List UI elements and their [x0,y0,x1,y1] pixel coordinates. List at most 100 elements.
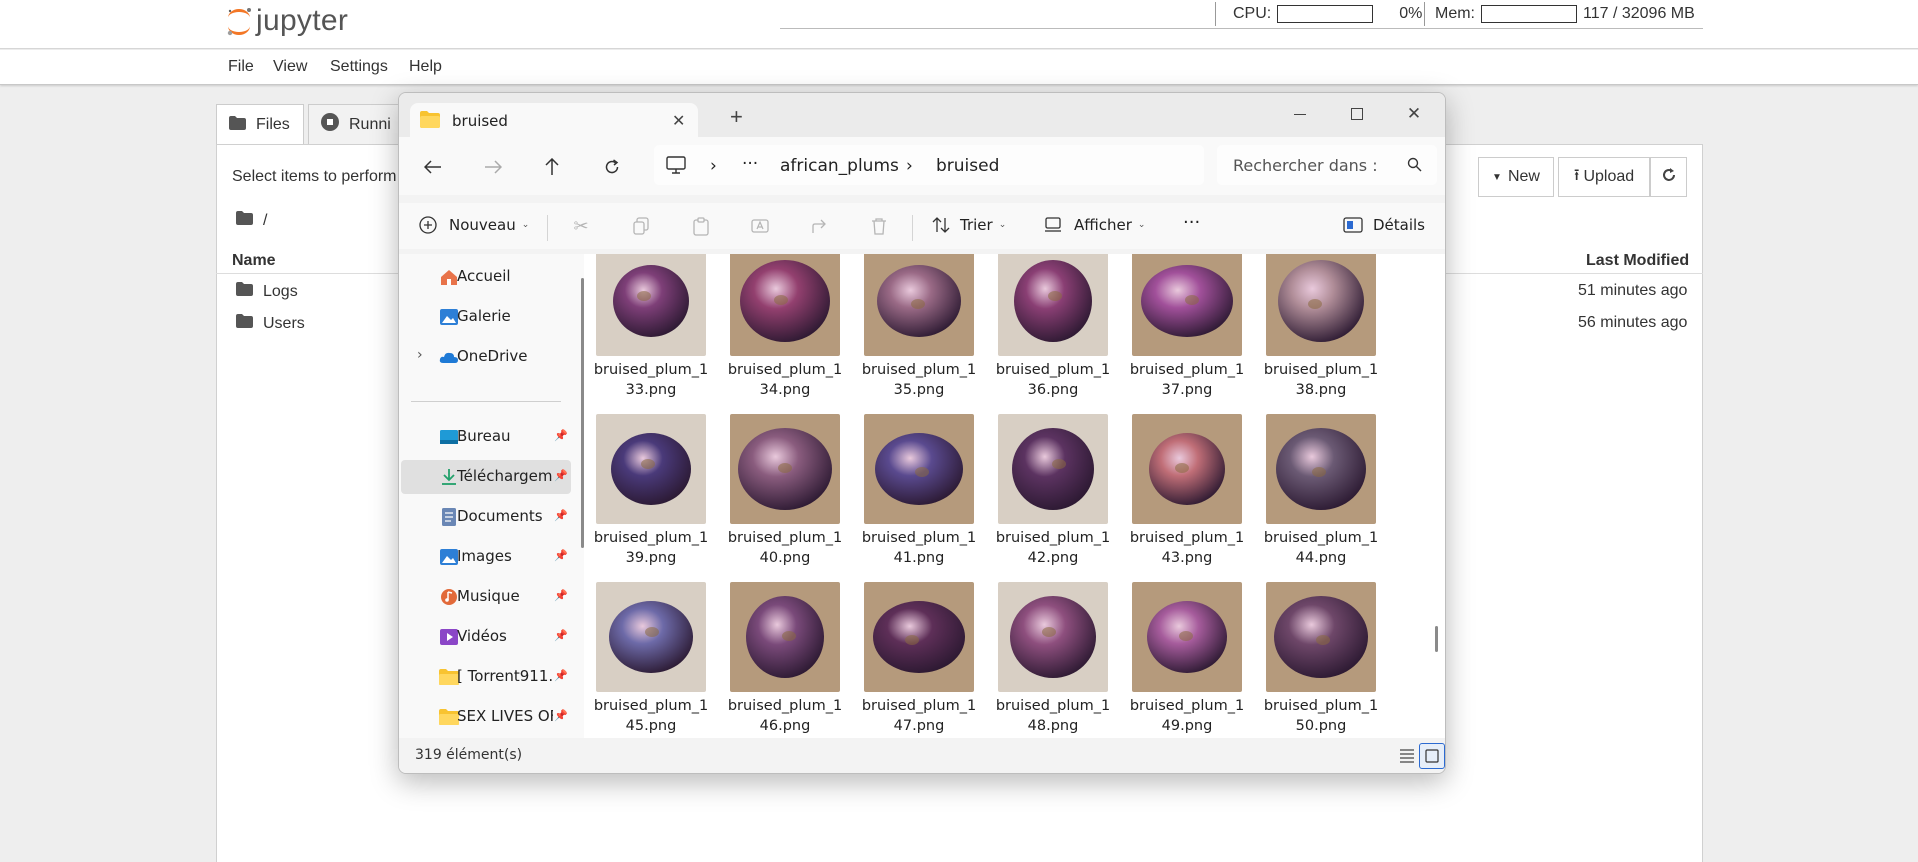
chevron-right-icon[interactable]: › [417,347,423,363]
breadcrumb-root[interactable]: / [263,212,267,230]
file-name-label: bruised_plum_149.png [1129,698,1245,734]
tab-files-label: Files [256,116,290,133]
share-button[interactable] [809,214,833,238]
tab-running-label: Runni [349,115,391,133]
maximize-button[interactable] [1334,99,1380,129]
sidebar-item-images[interactable]: Images 📌 [401,540,571,574]
file-tile[interactable]: bruised_plum_138.png [1261,254,1381,406]
file-tile[interactable]: bruised_plum_137.png [1127,254,1247,406]
menu-settings[interactable]: Settings [330,58,388,76]
file-tile[interactable]: bruised_plum_140.png [725,414,845,574]
breadcrumb[interactable]: / [236,211,267,230]
file-name-label: bruised_plum_145.png [593,698,709,734]
new-button[interactable]: ▼ New [1478,157,1554,197]
sort-button[interactable]: Trier ⌄ [932,216,1006,234]
file-tile[interactable]: bruised_plum_142.png [993,414,1113,574]
file-tile[interactable]: bruised_plum_136.png [993,254,1113,406]
jupyter-logo[interactable]: jupyter [224,4,348,38]
refresh-button[interactable] [1650,157,1687,197]
sidebar-item-downloads[interactable]: Téléchargem 📌 [401,460,571,494]
sidebar-item-home[interactable]: Accueil [401,260,571,294]
file-tile[interactable]: bruised_plum_141.png [859,414,979,574]
cut-button[interactable]: ✂ [569,214,593,238]
upload-button[interactable]: ⭱ Upload [1558,157,1650,197]
upload-button-label: Upload [1583,168,1635,185]
tiles-view-icon[interactable] [1419,743,1445,769]
sidebar-item-label: Accueil [457,267,511,285]
sidebar-item-label: SEX LIVES OF [457,707,553,725]
pin-icon[interactable]: 📌 [554,589,568,602]
pin-icon[interactable]: 📌 [554,669,568,682]
file-tile[interactable]: bruised_plum_134.png [725,254,845,406]
column-name[interactable]: Name [232,252,276,270]
file-row[interactable]: Logs [236,282,298,301]
pin-icon[interactable]: 📌 [554,429,568,442]
tab-running[interactable]: Runni [308,104,400,144]
column-last-modified[interactable]: Last Modified [1586,252,1689,270]
up-button[interactable] [538,153,566,181]
caret-down-icon: ▼ [1492,171,1502,183]
menu-view[interactable]: View [273,58,307,76]
address-bar[interactable]: › ··· african_plums › bruised [654,145,1204,185]
delete-button[interactable] [867,214,891,238]
tab-files[interactable]: Files [216,104,304,145]
new-button-label: New [1507,168,1540,185]
cpu-value: 0% [1399,5,1423,22]
menu-help[interactable]: Help [409,58,442,76]
address-segment-current[interactable]: bruised [936,156,999,176]
new-tab-icon[interactable]: + [730,106,743,128]
copy-button[interactable] [629,214,653,238]
menu-file[interactable]: File [228,58,254,76]
sidebar-item-desktop[interactable]: Bureau 📌 [401,420,571,454]
sidebar-item-folder[interactable]: SEX LIVES OF 📌 [401,700,571,734]
music-icon [441,589,457,605]
sidebar-item-documents[interactable]: Documents 📌 [401,500,571,534]
pin-icon[interactable]: 📌 [554,549,568,562]
back-button[interactable] [419,153,447,181]
file-tile[interactable]: bruised_plum_139.png [591,414,711,574]
sidebar-item-music[interactable]: Musique 📌 [401,580,571,614]
minimize-button[interactable] [1277,99,1323,129]
details-button[interactable]: Détails [1343,216,1425,234]
sidebar-item-videos[interactable]: Vidéos 📌 [401,620,571,654]
sidebar-item-folder[interactable]: [ Torrent911.r 📌 [401,660,571,694]
file-tile[interactable]: bruised_plum_146.png [725,582,845,738]
details-view-icon[interactable] [1399,747,1415,768]
file-row[interactable]: Users [236,314,305,333]
view-button[interactable]: Afficher ⌄ [1044,216,1145,234]
file-tile[interactable]: bruised_plum_150.png [1261,582,1381,738]
sidebar-item-gallery[interactable]: Galerie [401,300,571,334]
file-name-label: bruised_plum_138.png [1263,362,1379,398]
close-button[interactable]: ✕ [1391,99,1437,129]
file-tile[interactable]: bruised_plum_149.png [1127,582,1247,738]
title-bar[interactable]: bruised ✕ + ✕ [399,93,1445,138]
address-ellipsis[interactable]: ··· [742,154,758,174]
refresh-button[interactable] [598,153,626,181]
more-options-button[interactable]: ··· [1183,212,1200,233]
file-tile[interactable]: bruised_plum_144.png [1261,414,1381,574]
pin-icon[interactable]: 📌 [554,709,568,722]
new-item-button[interactable]: Nouveau ⌄ [419,216,529,234]
file-tile[interactable]: bruised_plum_145.png [591,582,711,738]
paste-button[interactable] [689,214,713,238]
pin-icon[interactable]: 📌 [554,629,568,642]
file-tile[interactable]: bruised_plum_148.png [993,582,1113,738]
sidebar-scrollbar[interactable] [581,278,584,548]
file-tile[interactable]: bruised_plum_135.png [859,254,979,406]
rename-button[interactable] [749,214,773,238]
file-tile[interactable]: bruised_plum_147.png [859,582,979,738]
content-scrollbar[interactable] [1435,626,1438,652]
pin-icon[interactable]: 📌 [554,469,568,482]
file-tile[interactable]: bruised_plum_143.png [1127,414,1247,574]
address-segment-parent[interactable]: african_plums [780,156,899,176]
explorer-tab[interactable]: bruised ✕ [410,103,698,138]
search-box[interactable]: Rechercher dans : [1217,145,1437,185]
pin-icon[interactable]: 📌 [554,509,568,522]
thumbnail-image [998,582,1108,692]
file-tile[interactable]: bruised_plum_133.png [591,254,711,406]
close-tab-icon[interactable]: ✕ [672,111,685,131]
thumbnail-image [864,414,974,524]
sidebar-item-onedrive[interactable]: › OneDrive [401,340,571,374]
thumbnail-image [596,254,706,356]
forward-button[interactable] [479,153,507,181]
